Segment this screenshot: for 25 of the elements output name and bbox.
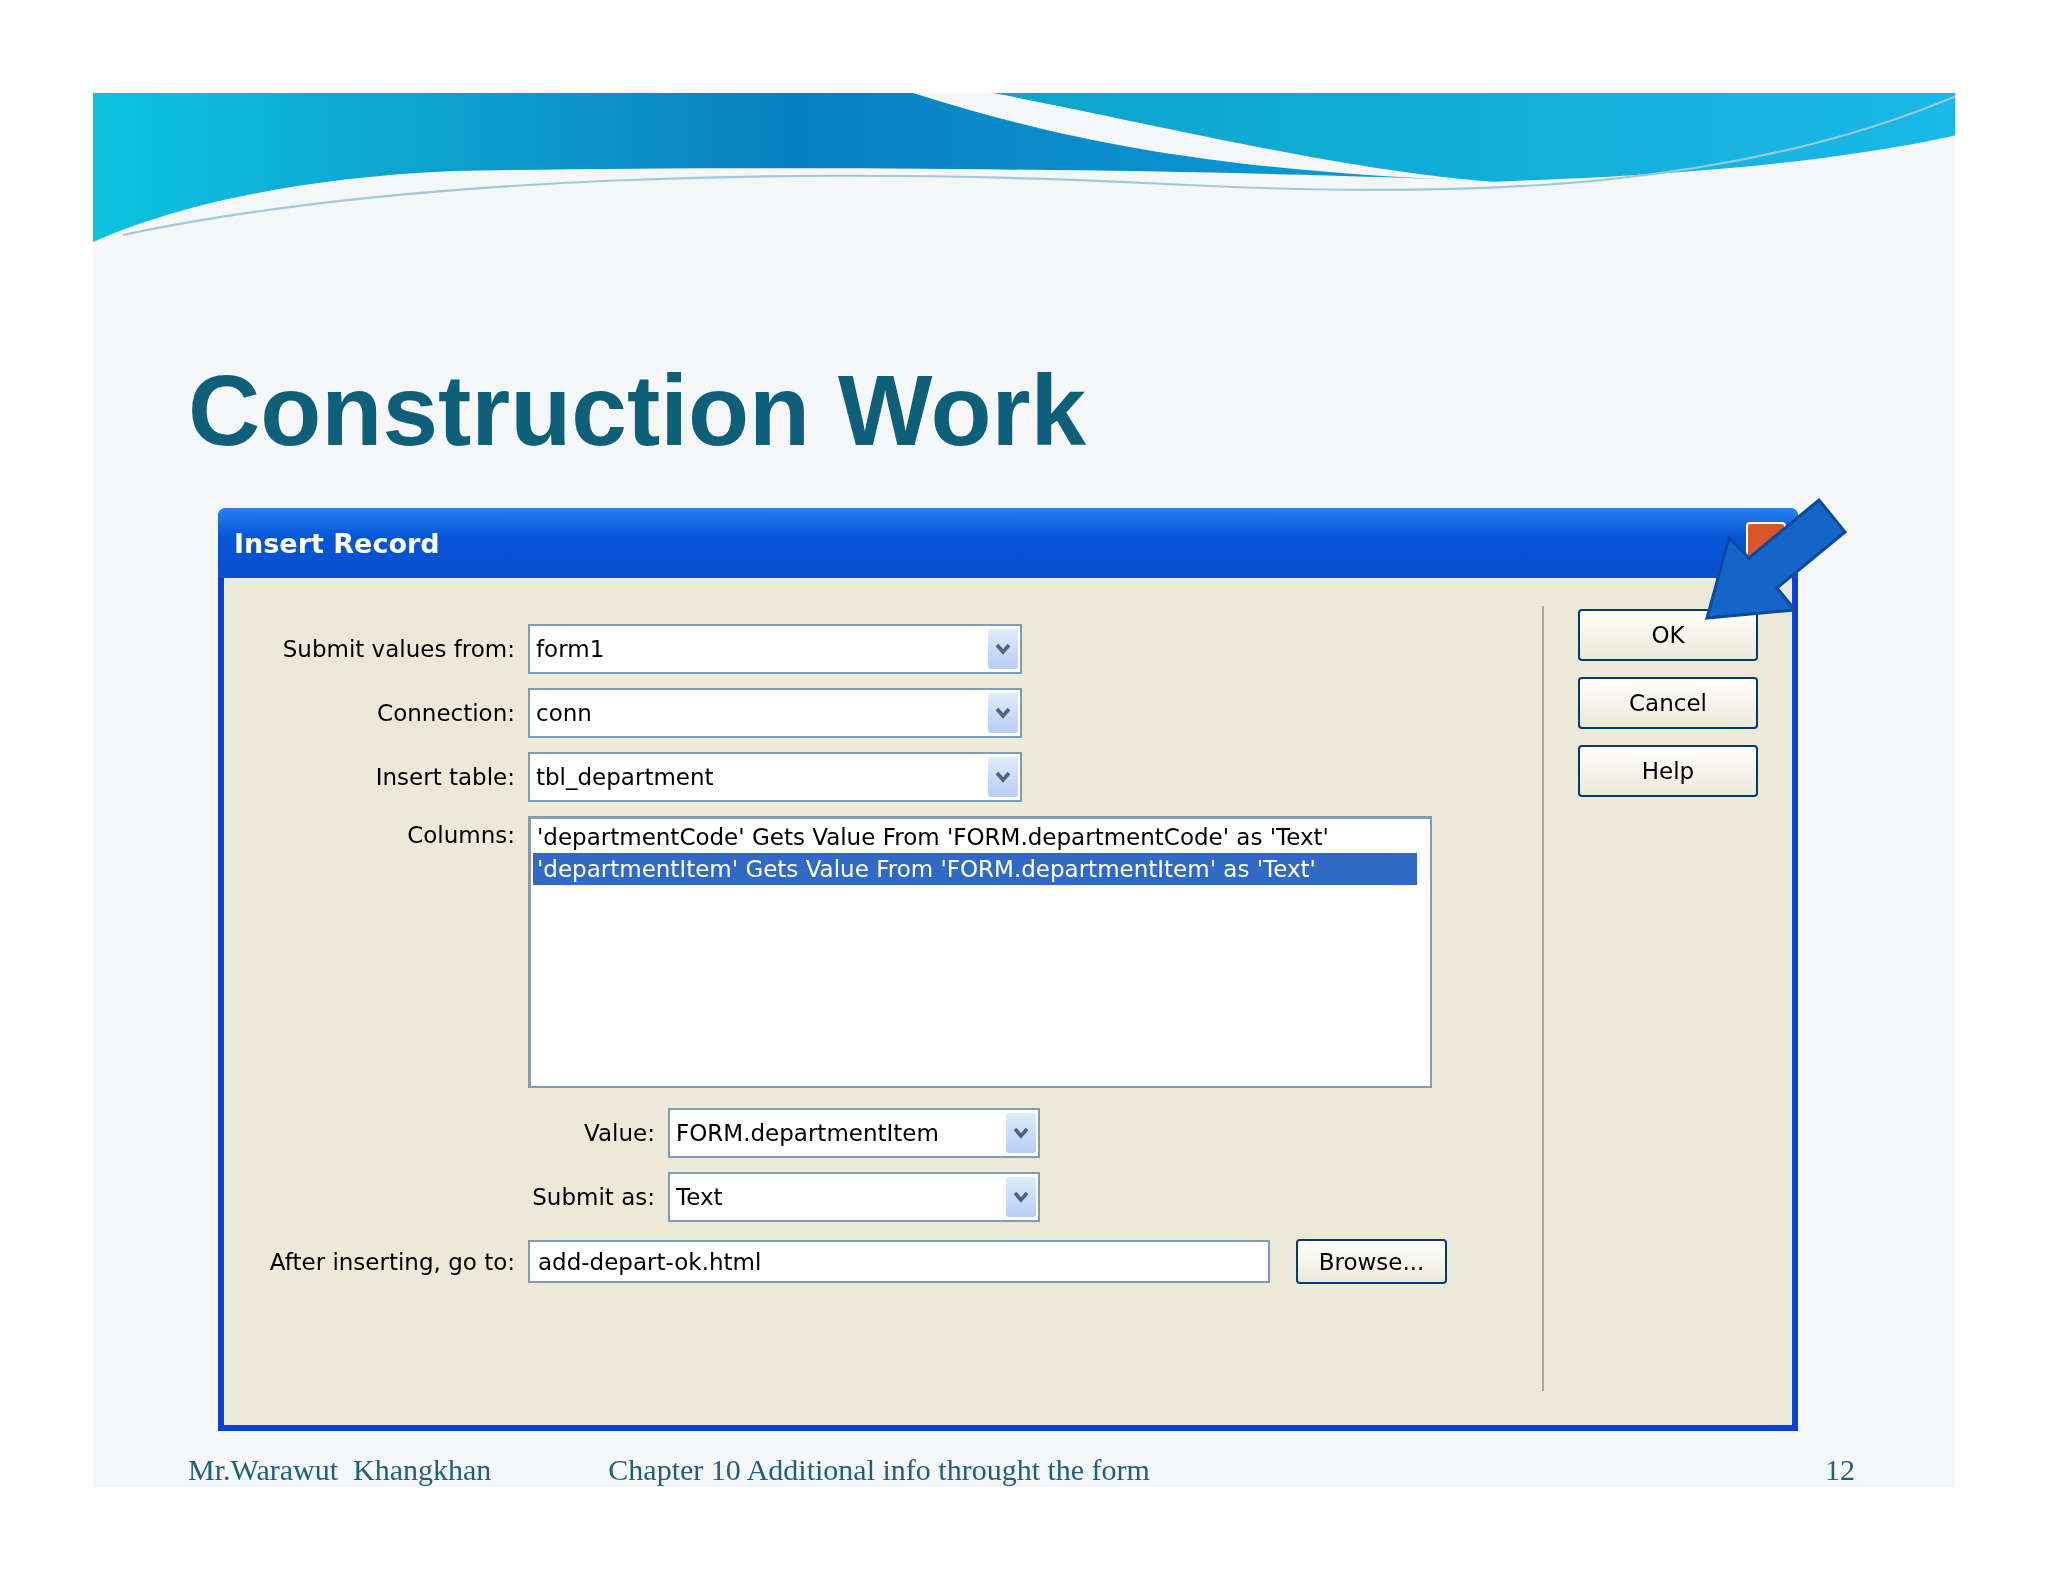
footer-author: Mr.Warawut Khangkhan	[188, 1453, 492, 1487]
field-label: Submit values from:	[281, 636, 515, 662]
dropdown-field[interactable]: form1	[528, 624, 1022, 674]
input-field[interactable]: add-depart-ok.html	[528, 1240, 1270, 1283]
field-label: Connection:	[376, 700, 515, 726]
dialog-button[interactable]: Cancel	[1578, 677, 1758, 729]
page-number: 12	[1825, 1453, 1855, 1487]
field-label: Columns:	[406, 821, 515, 848]
field-label: Insert table:	[374, 764, 515, 790]
list-item[interactable]: 'departmentCode' Gets Value From 'FORM.departmentCode' as 'Text'	[533, 821, 1417, 853]
footer-chapter: Chapter 10 Additional info throught the form	[608, 1453, 1150, 1487]
field-label: After inserting, go to:	[268, 1248, 515, 1275]
dropdown-field[interactable]: conn	[528, 688, 1022, 738]
dropdown-field[interactable]: tbl_department	[528, 752, 1022, 802]
field-label: Value:	[583, 1120, 655, 1146]
field-label: Submit as:	[531, 1184, 655, 1210]
dialog-button[interactable]: OK	[1578, 609, 1758, 661]
window-title: Insert Record	[234, 527, 440, 559]
columns-list[interactable]: 'departmentCode' Gets Value From 'FORM.departmentCode' as 'Text' 'departmentItem' Gets Value From 'FORM.departmentItem' as 'Text'	[528, 816, 1432, 1088]
list-item[interactable]: 'departmentItem' Gets Value From 'FORM.departmentItem' as 'Text'	[533, 853, 1417, 885]
dialog-button[interactable]: Help	[1578, 745, 1758, 797]
browse-button[interactable]: Browse...	[1296, 1239, 1447, 1284]
slide-title: Construction Work	[188, 360, 1087, 460]
dropdown-field[interactable]: Text	[668, 1172, 1040, 1222]
dropdown-field[interactable]: FORM.departmentItem	[668, 1108, 1040, 1158]
